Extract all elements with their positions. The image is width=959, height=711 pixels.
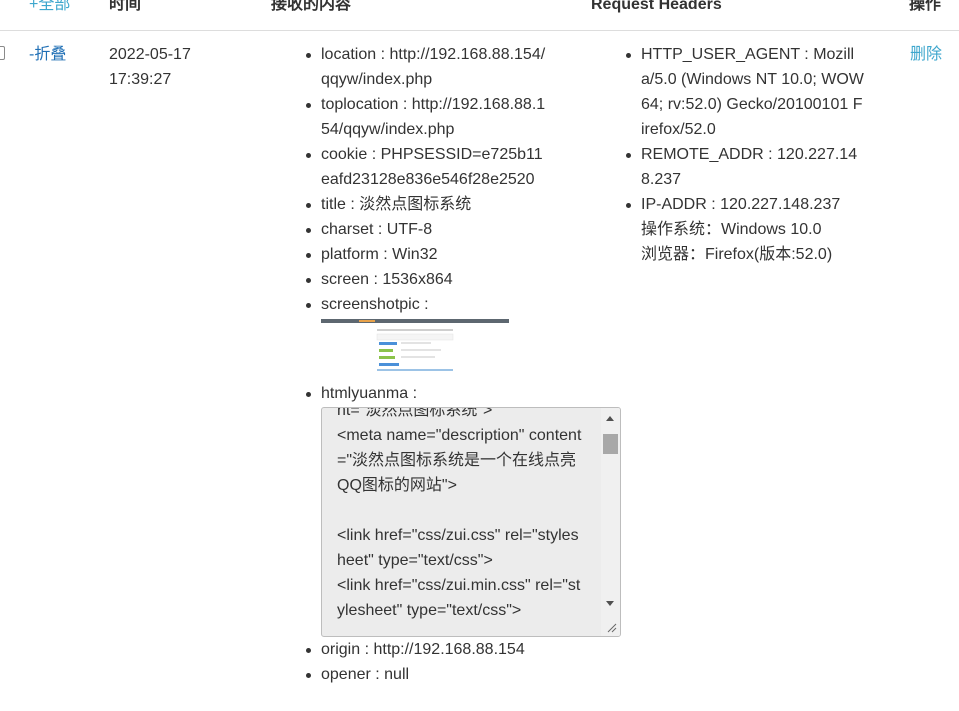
scrollbar-thumb[interactable] bbox=[603, 434, 618, 454]
row-select-checkbox[interactable] bbox=[0, 46, 5, 60]
scroll-up-arrow-icon[interactable] bbox=[606, 416, 614, 421]
browser-info: 浏览器：Firefox(版本:52.0) bbox=[641, 246, 833, 263]
content-opener: opener : null bbox=[306, 662, 551, 687]
content-platform: platform : Win32 bbox=[306, 242, 551, 267]
request-headers-list: HTTP_USER_AGENT : Mozilla/5.0 (Windows N… bbox=[626, 42, 866, 267]
delete-link[interactable]: 删除 bbox=[910, 42, 942, 67]
header-user-agent: HTTP_USER_AGENT : Mozilla/5.0 (Windows N… bbox=[626, 42, 866, 142]
column-header-action: 操作 bbox=[909, 0, 942, 13]
content-title: title : 淡然点图标系统 bbox=[306, 192, 551, 217]
content-origin: origin : http://192.168.88.154 bbox=[306, 637, 551, 662]
header-ip-addr: IP-ADDR : 120.227.148.237 操作系统：Windows 1… bbox=[626, 192, 866, 267]
html-source-text: nt="淡然点图标系统"> <meta name="description" c… bbox=[337, 407, 582, 619]
htmlyuanma-label: htmlyuanma : bbox=[321, 385, 418, 402]
received-content-list: location : http://192.168.88.154/qqyw/in… bbox=[306, 42, 621, 687]
resize-grip-icon[interactable] bbox=[607, 623, 617, 633]
screenshot-thumbnail-image[interactable] bbox=[321, 319, 509, 377]
header-divider bbox=[0, 30, 959, 31]
source-scrollbar[interactable] bbox=[601, 408, 620, 636]
column-header-time: 时间 bbox=[109, 0, 142, 13]
content-location: location : http://192.168.88.154/qqyw/in… bbox=[306, 42, 551, 92]
screenshotpic-label: screenshotpic : bbox=[321, 296, 429, 313]
os-info: 操作系统：Windows 10.0 bbox=[641, 221, 822, 238]
content-screen: screen : 1536x864 bbox=[306, 267, 551, 292]
header-remote-addr: REMOTE_ADDR : 120.227.148.237 bbox=[626, 142, 866, 192]
expand-all-link[interactable]: +全部 bbox=[29, 0, 70, 17]
scroll-down-arrow-icon[interactable] bbox=[606, 601, 614, 606]
content-htmlyuanma: htmlyuanma : nt="淡然点图标系统"> <meta name="d… bbox=[306, 381, 621, 637]
content-cookie: cookie : PHPSESSID=e725b11eafd23128e836e… bbox=[306, 142, 551, 192]
collapse-link[interactable]: -折叠 bbox=[29, 42, 66, 67]
content-toplocation: toplocation : http://192.168.88.154/qqyw… bbox=[306, 92, 551, 142]
column-header-content: 接收的内容 bbox=[271, 0, 352, 13]
content-screenshotpic: screenshotpic : bbox=[306, 292, 551, 377]
ip-addr-value: IP-ADDR : 120.227.148.237 bbox=[641, 196, 841, 213]
timestamp-date: 2022-05-17 bbox=[109, 46, 191, 63]
column-header-request-headers: Request Headers bbox=[591, 0, 722, 13]
html-source-textarea[interactable]: nt="淡然点图标系统"> <meta name="description" c… bbox=[321, 407, 621, 637]
timestamp-time: 17:39:27 bbox=[109, 71, 172, 88]
timestamp: 2022-05-17 17:39:27 bbox=[109, 42, 191, 92]
content-charset: charset : UTF-8 bbox=[306, 217, 551, 242]
